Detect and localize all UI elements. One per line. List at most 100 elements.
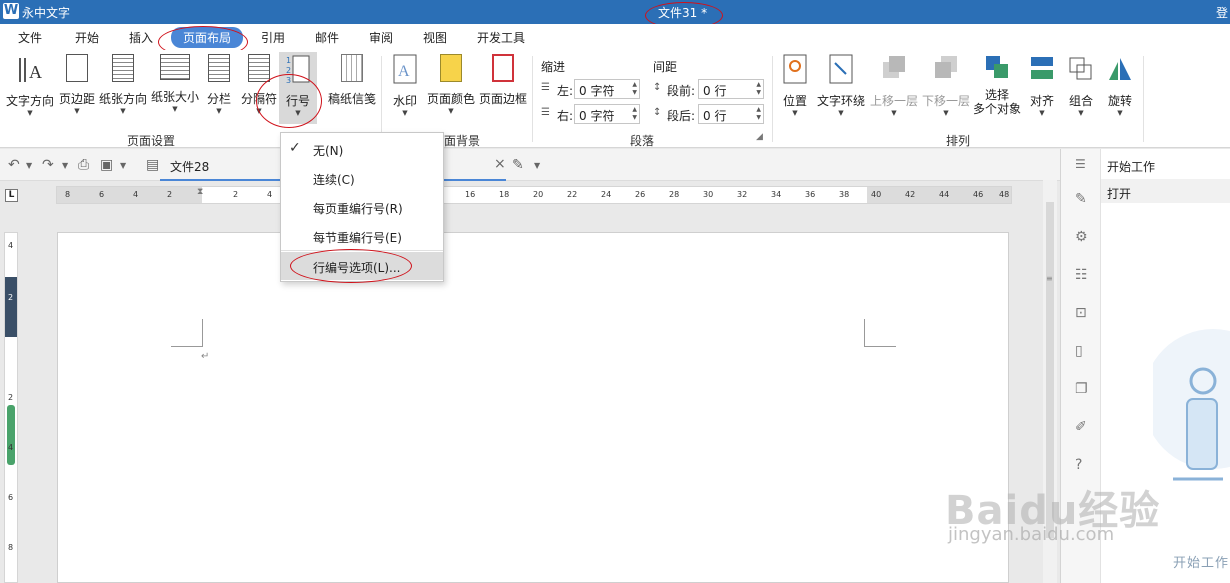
group-button[interactable]: 组合 ▼ [1066, 54, 1096, 117]
text-direction-button[interactable]: A 文字方向 ▼ [6, 54, 54, 117]
redo-icon[interactable]: ↷ [42, 157, 54, 173]
spinner-icon[interactable]: ▲ ▼ [632, 81, 637, 97]
structure-icon[interactable]: ☷ [1075, 267, 1088, 283]
login-button[interactable]: 登 [1216, 4, 1228, 21]
rotate-button[interactable]: 旋转 ▼ [1105, 54, 1135, 117]
first-line-indent-marker[interactable]: ⧗ [197, 187, 203, 197]
ruler-margin-top [5, 277, 17, 337]
paper-size-button[interactable]: 纸张大小 ▼ [150, 54, 200, 113]
chevron-down-icon: ▼ [27, 109, 33, 117]
arrange-group-label: 排列 [946, 134, 971, 148]
vertical-ruler[interactable]: 4 2 2 4 6 8 [4, 232, 18, 583]
indent-left-label: 左: [557, 84, 574, 98]
ruler-tick: 34 [771, 190, 782, 199]
page-border-button[interactable]: 页面边框 [478, 54, 528, 107]
dialog-launcher-icon[interactable]: ◢ [756, 132, 763, 142]
send-backward-button[interactable]: 下移一层 ▼ [920, 54, 972, 117]
tab-references[interactable]: 引用 [261, 29, 285, 46]
chevron-down-icon[interactable]: ▼ [534, 161, 540, 170]
spacing-label: 间距 [653, 60, 678, 74]
illustration-icon [1153, 329, 1230, 481]
ruler-tick: 26 [635, 190, 646, 199]
task-pane-open-item[interactable]: 打开 [1107, 185, 1131, 202]
margins-button[interactable]: 页边距 ▼ [57, 54, 97, 115]
chevron-down-icon[interactable]: ▼ [120, 161, 126, 170]
columns-button[interactable]: 分栏 ▼ [205, 54, 233, 115]
tab-review[interactable]: 审阅 [369, 29, 393, 46]
clipboard-icon[interactable]: ▯ [1075, 343, 1083, 359]
text-direction-icon: A [17, 54, 43, 84]
new-document-icon[interactable]: ✎ [512, 157, 524, 173]
menu-item-none[interactable]: ✓ 无(N) [281, 135, 443, 163]
copy-icon[interactable]: ❐ [1075, 381, 1088, 397]
ruler-tick: 2 [167, 190, 173, 199]
menu-icon[interactable]: ☰ [1075, 157, 1086, 171]
settings-sliders-icon[interactable]: ⚙ [1075, 229, 1088, 245]
tab-developer[interactable]: 开发工具 [477, 29, 525, 46]
columns-icon [208, 54, 230, 82]
chevron-down-icon: ▼ [120, 107, 126, 115]
position-button[interactable]: 位置 ▼ [780, 54, 810, 117]
bring-forward-button[interactable]: 上移一层 ▼ [868, 54, 920, 117]
pencil-icon[interactable]: ✎ [1075, 191, 1087, 207]
tab-home[interactable]: 开始 [75, 29, 99, 46]
tab-mailings[interactable]: 邮件 [315, 29, 339, 46]
menu-item-line-numbering-options[interactable]: 行编号选项(L)... [281, 252, 443, 280]
spacing-after-input[interactable]: 0 行 ▲ ▼ [698, 104, 764, 124]
indent-left-input[interactable]: 0 字符 ▲ ▼ [574, 79, 640, 99]
ruler-tick: 24 [601, 190, 612, 199]
menu-item-continuous[interactable]: 连续(C) [281, 164, 443, 192]
orientation-label: 纸张方向 [98, 92, 147, 106]
page-color-button[interactable]: 页面颜色 ▼ [426, 54, 476, 115]
document-page[interactable]: ↵ [57, 232, 1009, 583]
tab-stop-selector[interactable]: L [5, 189, 18, 202]
tab-view[interactable]: 视图 [423, 29, 447, 46]
menu-item-restart-each-page[interactable]: 每页重编行号(R) [281, 193, 443, 221]
ruler-tick: 30 [703, 190, 714, 199]
close-tab-icon[interactable]: × [494, 156, 506, 172]
spinner-icon[interactable]: ▲ ▼ [756, 106, 761, 122]
indent-left-value: 0 字符 [579, 84, 615, 98]
text-wrap-button[interactable]: 文字环绕 ▼ [815, 54, 867, 117]
help-icon[interactable]: ? [1075, 457, 1082, 473]
watermark-button[interactable]: A 水印 ▼ [391, 54, 419, 117]
chevron-down-icon[interactable]: ▼ [62, 161, 68, 170]
ruler-tick: 2 [8, 293, 14, 302]
line-numbers-button[interactable]: 123 行号 ▼ [279, 52, 317, 124]
horizontal-ruler[interactable]: 8 6 4 2 2 4 16 18 20 22 24 26 28 30 32 3… [56, 186, 1012, 204]
chevron-down-icon: ▼ [943, 109, 949, 117]
chevron-down-icon[interactable]: ▼ [26, 161, 32, 170]
spinner-icon[interactable]: ▲ ▼ [756, 81, 761, 97]
indent-right-input[interactable]: 0 字符 ▲ ▼ [574, 104, 640, 124]
undo-icon[interactable]: ↶ [8, 157, 20, 173]
lock-icon[interactable]: ⊡ [1075, 305, 1087, 321]
align-button[interactable]: 对齐 ▼ [1027, 54, 1057, 117]
ruler-tick: 2 [8, 393, 14, 402]
indent-right-icon: ☰ [541, 107, 550, 118]
tab-insert[interactable]: 插入 [129, 29, 153, 46]
tab-file[interactable]: 文件 [18, 29, 42, 46]
tab-page-layout[interactable]: 页面布局 [171, 27, 244, 48]
document-tab-label[interactable]: 文件28 [170, 158, 209, 175]
paragraph-group-label: 段落 [630, 134, 655, 148]
paper-size-icon [160, 54, 190, 80]
ruler-tick: 4 [267, 190, 273, 199]
chevron-down-icon: ▼ [74, 107, 80, 115]
edit-icon[interactable]: ✐ [1075, 419, 1087, 435]
spacing-before-input[interactable]: 0 行 ▲ ▼ [698, 79, 764, 99]
manuscript-paper-button[interactable]: 稿纸信笺 [327, 54, 377, 107]
app-name: 永中文字 [22, 6, 71, 20]
svg-text:1: 1 [286, 56, 291, 65]
menu-item-restart-each-section[interactable]: 每节重编行号(E) [281, 222, 443, 250]
breaks-button[interactable]: 分隔符 ▼ [240, 54, 278, 115]
save-icon[interactable]: ▣ [100, 157, 113, 173]
spinner-icon[interactable]: ▲ ▼ [632, 106, 637, 122]
chevron-down-icon: ▼ [295, 109, 301, 117]
orientation-button[interactable]: 纸张方向 ▼ [98, 54, 148, 115]
select-objects-button[interactable]: 选择 多个对象 [972, 54, 1022, 116]
text-wrap-label: 文字环绕 [816, 94, 865, 108]
menu-bar: 文件 开始 插入 页面布局 引用 邮件 审阅 视图 开发工具 [0, 24, 1230, 50]
print-preview-icon[interactable]: ⎙ [78, 157, 89, 173]
ruler-tick: 48 [999, 190, 1010, 199]
page-color-icon [440, 54, 462, 82]
